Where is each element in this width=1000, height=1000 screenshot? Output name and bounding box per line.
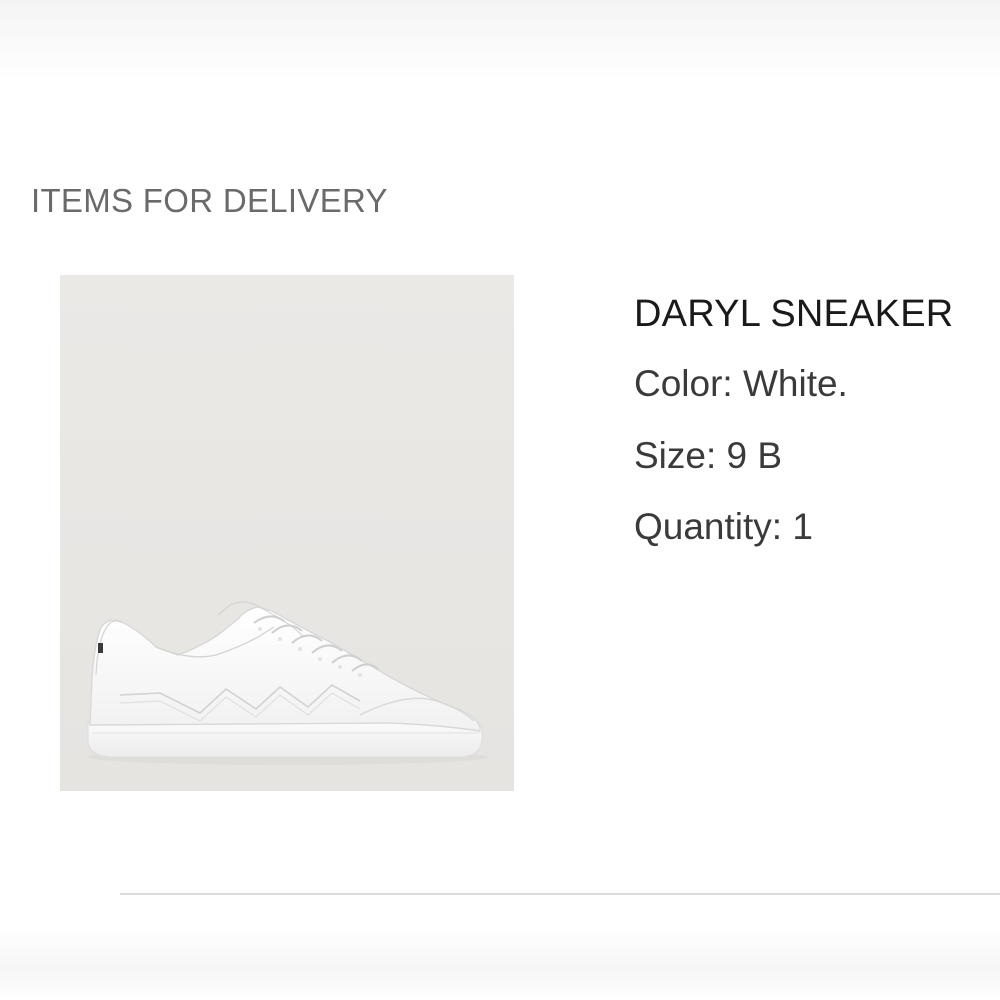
order-summary-page: ITEMS FOR DELIVERY DARYL SNEAKER Color: …: [0, 0, 1000, 1000]
product-name[interactable]: DARYL SNEAKER: [634, 290, 994, 338]
bottom-fade: [0, 925, 1000, 1000]
product-color: Color: White.: [634, 363, 848, 404]
top-fade: [0, 0, 1000, 80]
sneaker-icon: [60, 275, 514, 791]
product-quantity: Quantity: 1: [634, 506, 813, 547]
item-details: DARYL SNEAKER Color: White. Size: 9 B Qu…: [634, 290, 994, 551]
product-image[interactable]: [60, 275, 514, 791]
product-size: Size: 9 B: [634, 435, 783, 476]
items-for-delivery-heading: ITEMS FOR DELIVERY: [31, 182, 388, 219]
section-divider: [120, 893, 1000, 895]
